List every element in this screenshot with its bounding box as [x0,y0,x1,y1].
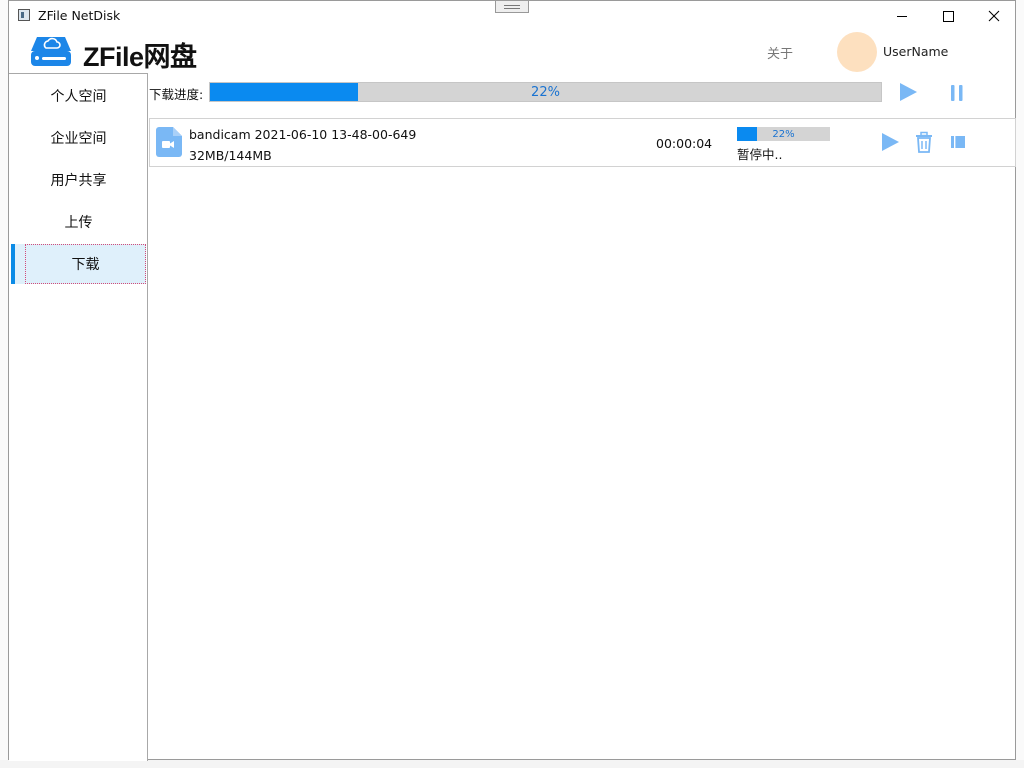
sidebar-nav: 个人空间 企业空间 用户共享 上传 下载 [9,73,148,761]
sidebar-item-user-share[interactable]: 用户共享 [9,160,148,200]
file-name: bandicam 2021-06-10 13-48-00-649 [189,127,417,142]
maximize-button[interactable] [925,3,971,29]
maximize-icon [942,10,954,22]
about-link[interactable]: 关于 [767,43,793,62]
close-button[interactable] [971,3,1017,29]
file-progress-bar: 22% [737,127,830,141]
minimize-button[interactable] [879,3,925,29]
resume-play-icon[interactable] [879,131,901,153]
sidebar-item-label: 上传 [64,215,93,231]
sidebar-item-enterprise-space[interactable]: 企业空间 [9,118,148,158]
minimize-icon [897,15,907,17]
file-size: 32MB/144MB [189,148,272,163]
active-indicator [11,244,15,284]
sidebar-item-upload[interactable]: 上传 [9,202,148,242]
elapsed-time: 00:00:04 [656,136,713,151]
title-bar[interactable]: ZFile NetDisk [9,1,1015,31]
close-icon [988,10,1000,22]
pause-all-icon[interactable] [947,83,967,103]
username-label[interactable]: UserName [883,44,948,59]
avatar[interactable] [837,32,877,72]
drag-grip-icon[interactable] [495,1,529,13]
cloud-drive-logo-icon [31,37,71,66]
total-progress-text: 22% [531,84,560,100]
sidebar-item-personal-space[interactable]: 个人空间 [9,76,148,116]
app-window: ZFile NetDisk ZFile网盘 关于 UserName 个人空间 企… [8,0,1016,761]
download-list-item[interactable]: bandicam 2021-06-10 13-48-00-649 32MB/14… [149,118,1016,167]
sidebar-item-label: 用户共享 [50,173,107,189]
desktop-background-right [1016,0,1024,768]
total-progress-bar: 22% [209,82,882,102]
sidebar-item-label: 个人空间 [50,89,107,105]
sidebar-item-download[interactable]: 下载 [11,244,146,284]
delete-trash-icon[interactable] [913,131,935,153]
file-progress-text: 22% [772,128,795,140]
sidebar-item-label: 企业空间 [50,131,107,147]
desktop-background-bottom [0,760,1024,768]
start-all-play-icon[interactable] [897,82,919,102]
brand-title: ZFile网盘 [83,42,197,72]
file-status: 暂停中.. [737,147,783,162]
app-icon [18,9,30,21]
sidebar-item-label: 下载 [71,257,100,273]
video-file-icon [156,127,182,157]
stop-icon[interactable] [947,131,969,153]
window-title: ZFile NetDisk [38,8,121,23]
download-progress-label: 下载进度: [149,87,204,102]
